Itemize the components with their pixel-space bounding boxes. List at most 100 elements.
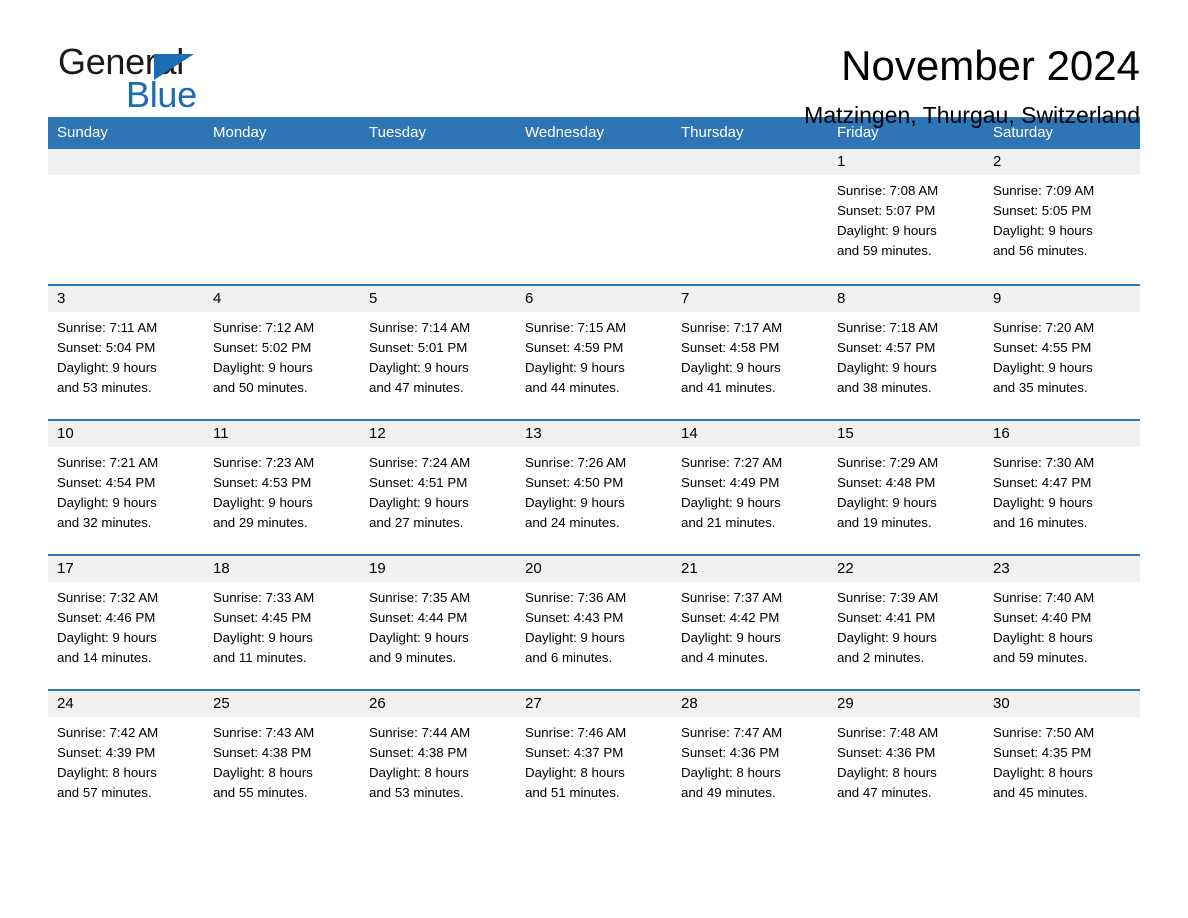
daylight-text-line2: and 2 minutes.: [837, 650, 925, 665]
calendar-day-cell[interactable]: 3 Sunrise: 7:11 AM Sunset: 5:04 PM Daylight…: [48, 284, 204, 419]
daylight-text-line1: Daylight: 9 hours: [993, 223, 1093, 238]
day-number: 13: [516, 421, 672, 447]
sunrise-text: Sunrise: 7:32 AM: [57, 590, 159, 605]
calendar-day-cell[interactable]: 12 Sunrise: 7:24 AM Sunset: 4:51 PM Dayligh…: [360, 419, 516, 554]
day-details: Sunrise: 7:40 AM Sunset: 4:40 PM Daylight:…: [984, 582, 1140, 689]
day-details: Sunrise: 7:30 AM Sunset: 4:47 PM Daylight:…: [984, 447, 1140, 554]
sunset-text: Sunset: 4:36 PM: [837, 745, 936, 760]
day-cell-inner: 3 Sunrise: 7:11 AM Sunset: 5:04 PM Daylight…: [48, 284, 204, 419]
sunset-text: Sunset: 4:44 PM: [369, 610, 468, 625]
sunrise-text: Sunrise: 7:39 AM: [837, 590, 939, 605]
day-number: 11: [204, 421, 360, 447]
sunset-text: Sunset: 4:38 PM: [213, 745, 312, 760]
calendar-day-cell[interactable]: 30 Sunrise: 7:50 AM Sunset: 4:35 PM Dayligh…: [984, 689, 1140, 824]
daylight-text-line1: Daylight: 8 hours: [993, 765, 1093, 780]
daylight-text-line1: Daylight: 9 hours: [57, 630, 157, 645]
calendar-day-cell[interactable]: 7 Sunrise: 7:17 AM Sunset: 4:58 PM Daylight…: [672, 284, 828, 419]
sunset-text: Sunset: 4:42 PM: [681, 610, 780, 625]
daylight-text-line2: and 6 minutes.: [525, 650, 613, 665]
daylight-text-line1: Daylight: 8 hours: [57, 765, 157, 780]
calendar-grid: Sunday Monday Tuesday Wednesday Thursday…: [48, 117, 1140, 824]
calendar-day-cell[interactable]: 17 Sunrise: 7:32 AM Sunset: 4:46 PM Dayligh…: [48, 554, 204, 689]
sunrise-text: Sunrise: 7:42 AM: [57, 725, 159, 740]
calendar-day-cell[interactable]: 6 Sunrise: 7:15 AM Sunset: 4:59 PM Daylight…: [516, 284, 672, 419]
sunrise-text: Sunrise: 7:26 AM: [525, 455, 627, 470]
calendar-week-row: 10 Sunrise: 7:21 AM Sunset: 4:54 PM Dayligh…: [48, 419, 1140, 554]
calendar-day-cell[interactable]: 16 Sunrise: 7:30 AM Sunset: 4:47 PM Dayligh…: [984, 419, 1140, 554]
day-cell-inner: 19 Sunrise: 7:35 AM Sunset: 4:44 PM Dayligh…: [360, 554, 516, 689]
calendar-day-cell[interactable]: 11 Sunrise: 7:23 AM Sunset: 4:53 PM Dayligh…: [204, 419, 360, 554]
calendar-day-cell[interactable]: 8 Sunrise: 7:18 AM Sunset: 4:57 PM Daylight…: [828, 284, 984, 419]
day-details: Sunrise: 7:36 AM Sunset: 4:43 PM Daylight:…: [516, 582, 672, 689]
calendar-day-cell[interactable]: 1 Sunrise: 7:08 AM Sunset: 5:07 PM Daylight…: [828, 149, 984, 284]
sunrise-text: Sunrise: 7:08 AM: [837, 183, 939, 198]
day-cell-inner: 29 Sunrise: 7:48 AM Sunset: 4:36 PM Dayligh…: [828, 689, 984, 824]
sunset-text: Sunset: 4:55 PM: [993, 340, 1092, 355]
calendar-day-cell[interactable]: 28 Sunrise: 7:47 AM Sunset: 4:36 PM Dayligh…: [672, 689, 828, 824]
calendar-day-cell[interactable]: 29 Sunrise: 7:48 AM Sunset: 4:36 PM Dayligh…: [828, 689, 984, 824]
daylight-text-line2: and 24 minutes.: [525, 515, 620, 530]
daylight-text-line1: Daylight: 8 hours: [525, 765, 625, 780]
sunset-text: Sunset: 4:57 PM: [837, 340, 936, 355]
day-number: 30: [984, 691, 1140, 717]
calendar-day-cell[interactable]: 5 Sunrise: 7:14 AM Sunset: 5:01 PM Daylight…: [360, 284, 516, 419]
calendar-day-cell[interactable]: 15 Sunrise: 7:29 AM Sunset: 4:48 PM Dayligh…: [828, 419, 984, 554]
daylight-text-line2: and 21 minutes.: [681, 515, 776, 530]
day-number: 20: [516, 556, 672, 582]
daylight-text-line2: and 32 minutes.: [57, 515, 152, 530]
day-details: Sunrise: 7:35 AM Sunset: 4:44 PM Daylight:…: [360, 582, 516, 689]
daylight-text-line2: and 44 minutes.: [525, 380, 620, 395]
calendar-day-cell[interactable]: 25 Sunrise: 7:43 AM Sunset: 4:38 PM Dayligh…: [204, 689, 360, 824]
calendar-day-cell[interactable]: 20 Sunrise: 7:36 AM Sunset: 4:43 PM Dayligh…: [516, 554, 672, 689]
day-details: Sunrise: 7:39 AM Sunset: 4:41 PM Daylight:…: [828, 582, 984, 689]
calendar-day-cell[interactable]: 14 Sunrise: 7:27 AM Sunset: 4:49 PM Dayligh…: [672, 419, 828, 554]
day-number: 7: [672, 286, 828, 312]
daylight-text-line1: Daylight: 8 hours: [681, 765, 781, 780]
calendar-day-cell[interactable]: 18 Sunrise: 7:33 AM Sunset: 4:45 PM Dayligh…: [204, 554, 360, 689]
calendar-week-row: 17 Sunrise: 7:32 AM Sunset: 4:46 PM Dayligh…: [48, 554, 1140, 689]
daylight-text-line2: and 11 minutes.: [213, 650, 307, 665]
sunset-text: Sunset: 5:01 PM: [369, 340, 468, 355]
day-cell-inner: 15 Sunrise: 7:29 AM Sunset: 4:48 PM Dayligh…: [828, 419, 984, 554]
calendar-day-cell[interactable]: 2 Sunrise: 7:09 AM Sunset: 5:05 PM Daylight…: [984, 149, 1140, 284]
calendar-day-cell[interactable]: 9 Sunrise: 7:20 AM Sunset: 4:55 PM Daylight…: [984, 284, 1140, 419]
daylight-text-line1: Daylight: 8 hours: [993, 630, 1093, 645]
day-cell-inner: 4 Sunrise: 7:12 AM Sunset: 5:02 PM Daylight…: [204, 284, 360, 419]
day-number: 8: [828, 286, 984, 312]
day-details: Sunrise: 7:27 AM Sunset: 4:49 PM Daylight:…: [672, 447, 828, 554]
sunset-text: Sunset: 4:49 PM: [681, 475, 780, 490]
day-details: Sunrise: 7:46 AM Sunset: 4:37 PM Daylight:…: [516, 717, 672, 824]
calendar-day-cell: [672, 149, 828, 284]
sunrise-text: Sunrise: 7:29 AM: [837, 455, 939, 470]
calendar-day-cell[interactable]: 21 Sunrise: 7:37 AM Sunset: 4:42 PM Dayligh…: [672, 554, 828, 689]
sunrise-text: Sunrise: 7:35 AM: [369, 590, 471, 605]
calendar-day-cell[interactable]: 26 Sunrise: 7:44 AM Sunset: 4:38 PM Dayligh…: [360, 689, 516, 824]
day-number: 12: [360, 421, 516, 447]
calendar-day-cell[interactable]: 27 Sunrise: 7:46 AM Sunset: 4:37 PM Dayligh…: [516, 689, 672, 824]
calendar-day-cell: [516, 149, 672, 284]
calendar-day-cell[interactable]: 13 Sunrise: 7:26 AM Sunset: 4:50 PM Dayligh…: [516, 419, 672, 554]
day-number: 26: [360, 691, 516, 717]
day-details: Sunrise: 7:32 AM Sunset: 4:46 PM Daylight:…: [48, 582, 204, 689]
day-number: 17: [48, 556, 204, 582]
day-details: Sunrise: 7:09 AM Sunset: 5:05 PM Daylight:…: [984, 175, 1140, 284]
daylight-text-line1: Daylight: 9 hours: [837, 495, 937, 510]
weekday-header-sunday: Sunday: [48, 117, 204, 149]
calendar-day-cell[interactable]: 22 Sunrise: 7:39 AM Sunset: 4:41 PM Dayligh…: [828, 554, 984, 689]
daylight-text-line1: Daylight: 9 hours: [369, 495, 469, 510]
calendar-day-cell[interactable]: 4 Sunrise: 7:12 AM Sunset: 5:02 PM Daylight…: [204, 284, 360, 419]
day-cell-inner: 17 Sunrise: 7:32 AM Sunset: 4:46 PM Dayligh…: [48, 554, 204, 689]
calendar-day-cell[interactable]: 24 Sunrise: 7:42 AM Sunset: 4:39 PM Dayligh…: [48, 689, 204, 824]
daylight-text-line2: and 55 minutes.: [213, 785, 308, 800]
calendar-week-row: 24 Sunrise: 7:42 AM Sunset: 4:39 PM Dayligh…: [48, 689, 1140, 824]
sunrise-text: Sunrise: 7:20 AM: [993, 320, 1095, 335]
sunset-text: Sunset: 4:35 PM: [993, 745, 1092, 760]
general-blue-logo[interactable]: General Blue: [48, 44, 248, 118]
calendar-day-cell[interactable]: 23 Sunrise: 7:40 AM Sunset: 4:40 PM Dayligh…: [984, 554, 1140, 689]
daylight-text-line2: and 41 minutes.: [681, 380, 776, 395]
calendar-day-cell[interactable]: 19 Sunrise: 7:35 AM Sunset: 4:44 PM Dayligh…: [360, 554, 516, 689]
daylight-text-line1: Daylight: 9 hours: [993, 360, 1093, 375]
day-number: 4: [204, 286, 360, 312]
daylight-text-line1: Daylight: 9 hours: [837, 223, 937, 238]
calendar-day-cell[interactable]: 10 Sunrise: 7:21 AM Sunset: 4:54 PM Dayligh…: [48, 419, 204, 554]
